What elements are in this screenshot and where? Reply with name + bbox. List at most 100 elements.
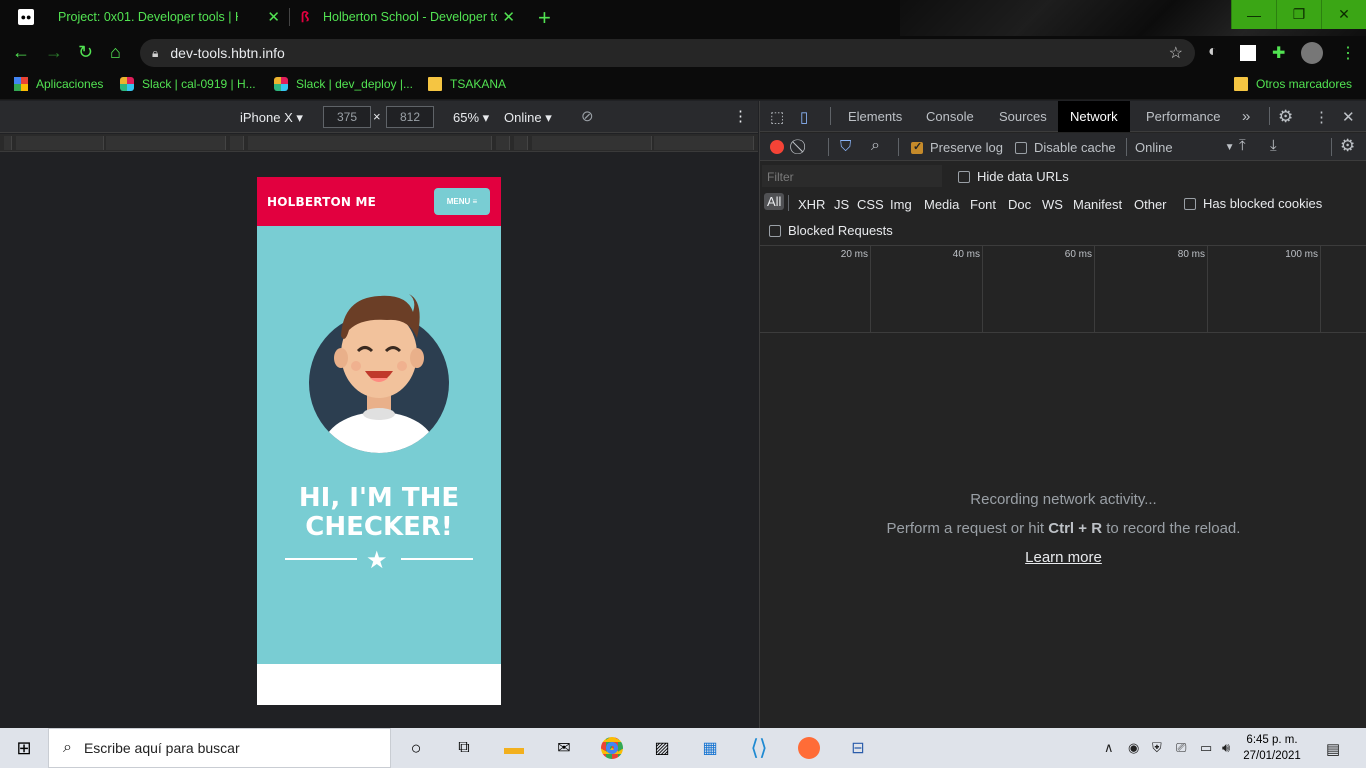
back-button[interactable]: ←: [12, 42, 30, 63]
preserve-log-checkbox[interactable]: Preserve log: [911, 140, 1003, 155]
network-app-icon[interactable]: ⊟: [846, 736, 870, 760]
close-tab-icon[interactable]: ✕: [267, 8, 280, 26]
security-icon[interactable]: ⛨: [1152, 740, 1162, 756]
filter-font[interactable]: Font: [970, 197, 996, 212]
rotate-icon[interactable]: ⊘: [581, 107, 594, 125]
avatar[interactable]: [1301, 42, 1323, 64]
more-tabs-icon[interactable]: »: [1242, 101, 1250, 132]
filter-all[interactable]: All: [764, 193, 785, 210]
network-overview-timeline: 20 ms 40 ms 60 ms 80 ms 100 ms: [760, 246, 1366, 333]
chevron-down-icon: ▼: [1224, 142, 1235, 153]
folder-icon: [1234, 77, 1248, 91]
hide-data-urls-checkbox[interactable]: Hide data URLs: [958, 169, 1069, 184]
phone-viewport: HOLBERTON ME MENU ≡ HI, I'M THE CHECKER!…: [257, 177, 501, 705]
hero-section: HI, I'M THE CHECKER! ★: [257, 226, 501, 664]
has-blocked-cookies-checkbox[interactable]: Has blocked cookies: [1184, 196, 1322, 211]
filter-media[interactable]: Media: [924, 197, 959, 212]
tab-console[interactable]: Console: [926, 101, 974, 132]
notifications-icon[interactable]: ▤: [1326, 740, 1340, 758]
filter-input[interactable]: Filter: [762, 165, 942, 187]
file-explorer-icon[interactable]: ▬: [502, 736, 526, 760]
bookmark-apps[interactable]: Aplicaciones: [14, 77, 103, 91]
throttle-select[interactable]: Online ▾: [504, 110, 552, 126]
filter-img[interactable]: Img: [890, 197, 912, 212]
folder-icon: [428, 77, 442, 91]
close-devtools-icon[interactable]: ✕: [1342, 101, 1355, 132]
search-icon[interactable]: ⌕: [871, 137, 880, 155]
steam-icon[interactable]: ◉: [1128, 740, 1139, 756]
battery-icon[interactable]: ▭: [1200, 740, 1212, 756]
filter-icon[interactable]: ⛉: [840, 138, 851, 155]
tab-project[interactable]: ●● Project: 0x01. Developer tools | H ✕: [18, 0, 280, 34]
disable-cache-checkbox[interactable]: Disable cache: [1015, 140, 1116, 155]
cortana-icon[interactable]: ○: [404, 736, 428, 760]
device-toggle-icon[interactable]: ▯: [800, 101, 808, 132]
more-options-icon[interactable]: ⋮: [733, 107, 748, 125]
tab-performance[interactable]: Performance: [1146, 101, 1220, 132]
zoom-select[interactable]: 65% ▾: [453, 110, 489, 126]
settings-app-icon[interactable]: ▦: [698, 736, 722, 760]
puzzle-icon[interactable]: ✚: [1272, 43, 1285, 63]
address-bar[interactable]: 🔒︎ dev-tools.hbtn.info ☆: [140, 39, 1195, 67]
device-select[interactable]: iPhone X ▾: [240, 110, 303, 126]
minimize-button[interactable]: —: [1231, 0, 1276, 29]
tab-network[interactable]: Network: [1058, 101, 1130, 132]
postman-icon[interactable]: [797, 736, 821, 760]
network-settings-icon[interactable]: ⚙: [1340, 136, 1355, 156]
bookmark-slack-1[interactable]: Slack | cal-0919 | H...: [120, 77, 256, 91]
filter-other[interactable]: Other: [1134, 197, 1167, 212]
bookmark-slack-2[interactable]: Slack | dev_deploy |...: [274, 77, 413, 91]
filter-ws[interactable]: WS: [1042, 197, 1063, 212]
filter-manifest[interactable]: Manifest: [1073, 197, 1122, 212]
home-button[interactable]: ⌂: [110, 42, 121, 63]
extension-icon[interactable]: ◐: [1208, 43, 1218, 61]
filter-xhr[interactable]: XHR: [798, 197, 825, 212]
import-har-icon[interactable]: ⤒: [1239, 137, 1246, 154]
filter-doc[interactable]: Doc: [1008, 197, 1031, 212]
extension-icon[interactable]: [1240, 45, 1256, 61]
site-brand[interactable]: HOLBERTON ME: [267, 195, 376, 209]
bookmark-star-icon[interactable]: ☆: [1169, 43, 1183, 63]
inspect-element-icon[interactable]: ⬚: [770, 101, 784, 132]
mail-icon[interactable]: ✉: [552, 736, 576, 760]
tray-expand-icon[interactable]: ∧: [1104, 740, 1114, 756]
tab-elements[interactable]: Elements: [848, 101, 902, 132]
apps-grid-icon: [14, 77, 28, 91]
network-controls: ⃠ ⛉ ⌕ Preserve log Disable cache Online▼…: [760, 133, 1366, 161]
filter-css[interactable]: CSS: [857, 197, 884, 212]
network-status-icon[interactable]: ⎚: [1176, 740, 1186, 756]
filter-js[interactable]: JS: [834, 197, 849, 212]
photos-icon[interactable]: ▨: [650, 736, 674, 760]
tab-holberton[interactable]: ꟗ Holberton School - Developer to ✕: [297, 0, 515, 34]
tab-sources[interactable]: Sources: [999, 101, 1047, 132]
bookmark-other[interactable]: Otros marcadores: [1234, 77, 1352, 91]
forward-button[interactable]: →: [45, 42, 63, 63]
hero-title: HI, I'M THE CHECKER!: [298, 483, 460, 542]
windows-start-icon[interactable]: ⊞: [12, 736, 36, 760]
network-throttle-select[interactable]: Online ▼: [1135, 140, 1234, 155]
vscode-icon[interactable]: ⟨⟩: [747, 735, 771, 760]
width-input[interactable]: 375: [323, 106, 371, 128]
system-clock[interactable]: 6:45 p. m. 27/01/2021: [1240, 732, 1304, 764]
volume-icon[interactable]: 🔊︎: [1222, 740, 1230, 756]
kebab-menu-icon[interactable]: ⋮: [1314, 101, 1329, 132]
bookmark-label: Aplicaciones: [36, 77, 104, 91]
menu-dots-icon[interactable]: ⋮: [1340, 43, 1356, 63]
chrome-icon[interactable]: [600, 736, 624, 760]
bookmark-tsakana[interactable]: TSAKANA: [428, 77, 506, 91]
taskbar-search[interactable]: ⌕ Escribe aquí para buscar: [48, 728, 391, 768]
learn-more-link[interactable]: Learn more: [1025, 549, 1102, 566]
close-window-button[interactable]: ✕: [1321, 0, 1366, 29]
new-tab-button[interactable]: +: [538, 5, 551, 31]
restore-button[interactable]: ❐: [1276, 0, 1321, 29]
blocked-requests-checkbox[interactable]: Blocked Requests: [769, 223, 893, 238]
menu-button[interactable]: MENU ≡: [434, 188, 490, 215]
reload-button[interactable]: ↻: [78, 42, 93, 63]
height-input[interactable]: 812: [386, 106, 434, 128]
record-icon[interactable]: [770, 140, 784, 154]
task-view-icon[interactable]: ⧉: [452, 736, 476, 760]
gear-icon[interactable]: ⚙: [1278, 101, 1293, 132]
devtools-panel: ⬚ ▯ Elements Console Sources Network Per…: [759, 101, 1366, 728]
close-tab-icon[interactable]: ✕: [502, 8, 515, 26]
export-har-icon[interactable]: ⤓: [1270, 137, 1277, 154]
